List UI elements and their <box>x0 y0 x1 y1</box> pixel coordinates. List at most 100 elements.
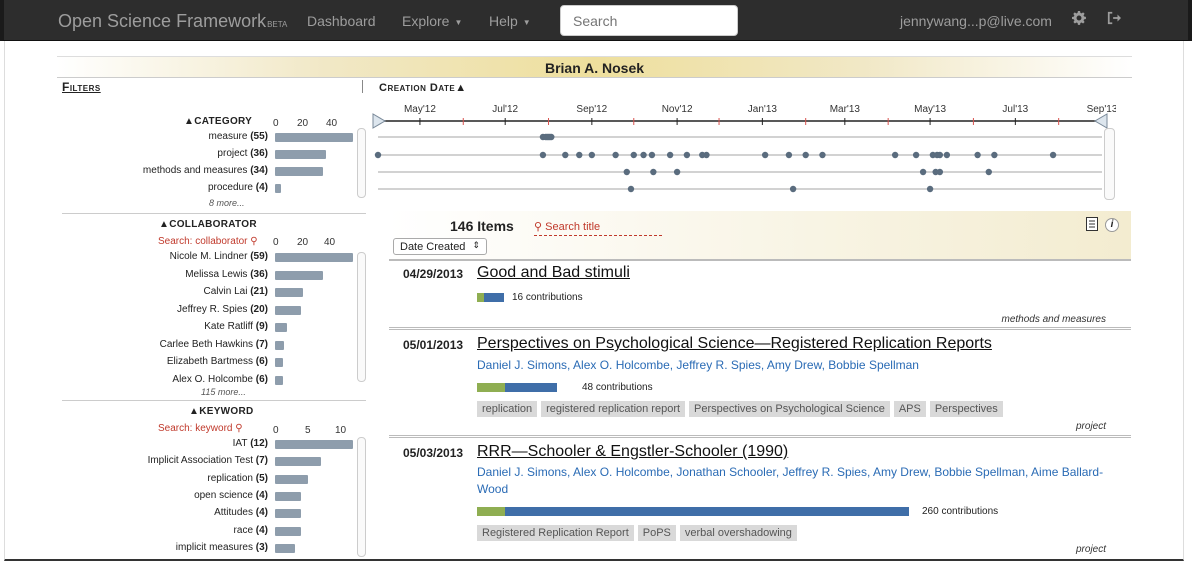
timeline-month-label: Jan'13 <box>748 104 778 115</box>
keyword-filter-label: Attitudes (4) <box>48 507 268 518</box>
search-input[interactable] <box>560 5 738 36</box>
timeline-point <box>991 151 998 159</box>
list-item: 05/01/2013 Perspectives on Psychological… <box>389 331 1131 438</box>
contribution-bar-blue <box>505 383 557 392</box>
creation-date-heading[interactable]: Creation Date▲ <box>379 82 467 94</box>
category-filter-bar <box>275 133 353 142</box>
item-authors[interactable]: Daniel J. Simons, Alex O. Holcombe, Jona… <box>477 464 1107 498</box>
collaborator-filter-row[interactable]: Alex O. Holcombe (6) <box>62 373 344 388</box>
tag-badge[interactable]: Registered Replication Report <box>477 525 634 541</box>
category-filter-bar <box>275 184 281 193</box>
gear-icon[interactable] <box>1072 11 1086 29</box>
collaborator-filter-row[interactable]: Jeffrey R. Spies (20) <box>62 303 344 318</box>
contribution-count: 48 contributions <box>582 382 653 393</box>
collaborator-filter-count: (36) <box>247 268 268 280</box>
item-tags: Registered Replication Report PoPS verbal … <box>477 525 801 541</box>
keyword-filter-row[interactable]: open science (4) <box>62 489 344 504</box>
item-title-link[interactable]: RRR—Schooler & Engstler-Schooler (1990) <box>477 443 788 461</box>
collaborator-filter-label: Jeffrey R. Spies (20) <box>48 304 268 315</box>
user-account-link[interactable]: jennywang...p@live.com <box>900 13 1052 29</box>
tag-badge[interactable]: Perspectives on Psychological Science <box>689 401 890 417</box>
keyword-filter-row[interactable]: Implicit Association Test (7) <box>62 454 344 469</box>
category-filter-name: project <box>217 148 248 159</box>
category-filter-row[interactable]: project (36) <box>62 147 344 162</box>
keyword-filter-count: (4) <box>253 507 268 519</box>
contribution-count: 16 contributions <box>512 292 583 303</box>
document-icon[interactable] <box>1086 217 1098 234</box>
keyword-filter-row[interactable]: implicit measures (3) <box>62 541 344 556</box>
collaborator-filter-count: (6) <box>253 356 268 367</box>
keyword-filter-title[interactable]: ▲KEYWORD <box>189 406 254 417</box>
keyword-filter-bar <box>275 509 301 519</box>
tag-badge[interactable]: verbal overshadowing <box>679 525 797 541</box>
timeline-month-label: Nov'12 <box>662 104 693 115</box>
timeline-point <box>819 151 826 159</box>
timeline-point <box>640 151 647 159</box>
contribution-bar-green <box>477 383 505 392</box>
tag-badge[interactable]: replication <box>477 401 538 417</box>
keyword-search[interactable]: Search: keyword ⚲ <box>158 423 243 434</box>
nav-explore-menu[interactable]: Explore ▼ <box>402 13 462 29</box>
collaborator-filter-count: (9) <box>253 321 268 332</box>
info-icon[interactable]: i <box>1105 218 1119 232</box>
collaborator-filter-row[interactable]: Nicole M. Lindner (59) <box>62 250 353 265</box>
top-navbar: Open Science FrameworkBETA Dashboard Exp… <box>0 0 1192 41</box>
sign-out-icon[interactable] <box>1107 11 1121 29</box>
collaborator-search[interactable]: Search: collaborator ⚲ <box>158 236 258 247</box>
category-scrollbar[interactable] <box>357 128 366 198</box>
tag-badge[interactable]: APS <box>893 401 926 417</box>
category-filter-title[interactable]: ▲CATEGORY <box>184 116 252 127</box>
item-title-link[interactable]: Perspectives on Psychological Science—Re… <box>477 335 992 353</box>
collaborator-filter-row[interactable]: Melissa Lewis (36) <box>62 268 344 283</box>
caret-down-icon: ▼ <box>522 18 531 27</box>
timeline-point <box>666 151 674 159</box>
category-filter-row[interactable]: procedure (4) <box>62 181 344 196</box>
collaborator-filter-row[interactable]: Kate Ratliff (9) <box>62 320 344 335</box>
collaborator-more-link[interactable]: 115 more... <box>201 387 246 397</box>
timeline-point <box>539 151 547 159</box>
item-authors[interactable]: Daniel J. Simons, Alex O. Holcombe, Jeff… <box>477 357 1107 374</box>
tag-badge[interactable]: registered replication report <box>541 401 686 417</box>
collaborator-filter-row[interactable]: Carlee Beth Hawkins (7) <box>62 338 344 353</box>
results-count: 146 Items <box>450 218 514 234</box>
collaborator-filter-name: Melissa Lewis <box>185 268 248 280</box>
contribution-bar <box>477 383 557 392</box>
collaborator-filter-label: Kate Ratliff (9) <box>48 321 268 332</box>
sort-select[interactable]: Date Created ⇕ <box>393 238 487 255</box>
category-filter-name: methods and measures <box>142 165 248 176</box>
item-title-link[interactable]: Good and Bad stimuli <box>477 264 630 282</box>
tag-badge[interactable]: Perspectives <box>929 401 1003 417</box>
timeline-month-label: Jul'12 <box>492 104 518 115</box>
nav-help-menu[interactable]: Help ▼ <box>489 13 531 29</box>
keyword-scrollbar[interactable] <box>357 437 366 557</box>
keyword-filter-bar <box>275 474 308 484</box>
keyword-filter-row[interactable]: race (4) <box>62 524 344 539</box>
collaborator-filter-name: Elizabeth Bartmess <box>166 356 253 367</box>
category-filter-bar <box>275 167 324 176</box>
search-icon: ⚲ <box>250 236 258 247</box>
keyword-filter-row[interactable]: Attitudes (4) <box>62 506 344 521</box>
tag-badge[interactable]: PoPS <box>637 525 676 541</box>
collaborator-scrollbar[interactable] <box>357 252 366 382</box>
collaborator-filter-row[interactable]: Elizabeth Bartmess (6) <box>62 355 344 370</box>
timeline-month-label: May'13 <box>914 104 946 115</box>
nav-dashboard-link[interactable]: Dashboard <box>307 13 376 29</box>
category-filter-row[interactable]: measure (55) <box>62 130 353 145</box>
collaborator-filter-title[interactable]: ▲COLLABORATOR <box>159 219 257 230</box>
collaborator-filter-row[interactable]: Calvin Lai (21) <box>62 285 344 300</box>
collaborator-filter-name: Nicole M. Lindner <box>169 251 248 262</box>
brand-name: Open Science Framework <box>58 11 267 31</box>
timeline-scrollbar[interactable] <box>1104 128 1115 200</box>
creation-date-timeline[interactable]: May'12 Jul'12 Sep'12 Nov'12 Jan'13 Mar'13 May'… <box>366 95 1116 205</box>
brand-logo[interactable]: Open Science FrameworkBETA <box>58 11 287 32</box>
category-more-link[interactable]: 8 more... <box>209 198 245 208</box>
collaborator-filter-bar <box>275 270 323 280</box>
search-title-field[interactable]: ⚲ Search title <box>534 220 662 236</box>
keyword-filter-row[interactable]: IAT (12) <box>62 437 353 452</box>
category-filter-count: (36) <box>247 148 268 159</box>
category-filter-count: (34) <box>247 165 268 176</box>
contribution-count: 260 contributions <box>922 506 999 517</box>
keyword-filter-row[interactable]: replication (5) <box>62 472 344 487</box>
category-filter-row[interactable]: methods and measures (34) <box>62 164 344 179</box>
contribution-bar-green <box>477 293 484 302</box>
